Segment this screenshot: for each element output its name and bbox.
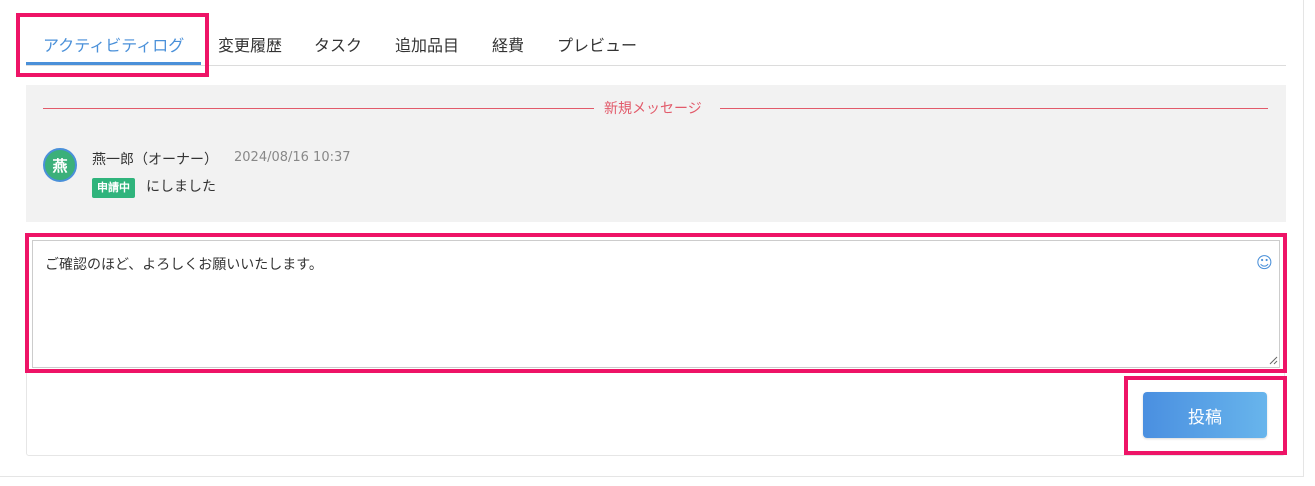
panel-border-bottom xyxy=(0,476,1304,477)
new-message-label: 新規メッセージ xyxy=(604,101,702,117)
smiley-icon[interactable]: ☺ xyxy=(1256,255,1273,271)
tab-activity-log[interactable]: アクティビティログ xyxy=(43,32,184,56)
panel-border-right xyxy=(1303,0,1304,476)
active-tab-indicator xyxy=(26,62,201,65)
tab-preview[interactable]: プレビュー xyxy=(557,32,637,56)
tab-bar-divider xyxy=(26,65,1286,66)
activity-log: 新規メッセージ 燕 燕一郎（オーナー） 2024/08/16 10:37 申請中… xyxy=(26,85,1286,222)
comment-input[interactable]: ご確認のほど、よろしくお願いいたします。 xyxy=(32,240,1280,368)
new-message-divider-left xyxy=(43,108,594,109)
status-badge: 申請中 xyxy=(92,178,135,198)
new-message-divider-right xyxy=(720,108,1268,109)
author-name: 燕一郎（オーナー） xyxy=(92,152,218,168)
tab-change-history[interactable]: 変更履歴 xyxy=(218,32,282,56)
avatar-initial: 燕 xyxy=(52,156,68,175)
avatar: 燕 xyxy=(43,148,77,182)
post-button[interactable]: 投稿 xyxy=(1143,392,1267,438)
status-change-text: にしました xyxy=(146,179,216,195)
activity-timestamp: 2024/08/16 10:37 xyxy=(234,150,351,165)
tab-tasks[interactable]: タスク xyxy=(314,32,362,56)
tab-expenses[interactable]: 経費 xyxy=(492,32,524,56)
tab-additional-items[interactable]: 追加品目 xyxy=(395,32,459,56)
resize-handle-icon[interactable] xyxy=(1269,356,1278,365)
